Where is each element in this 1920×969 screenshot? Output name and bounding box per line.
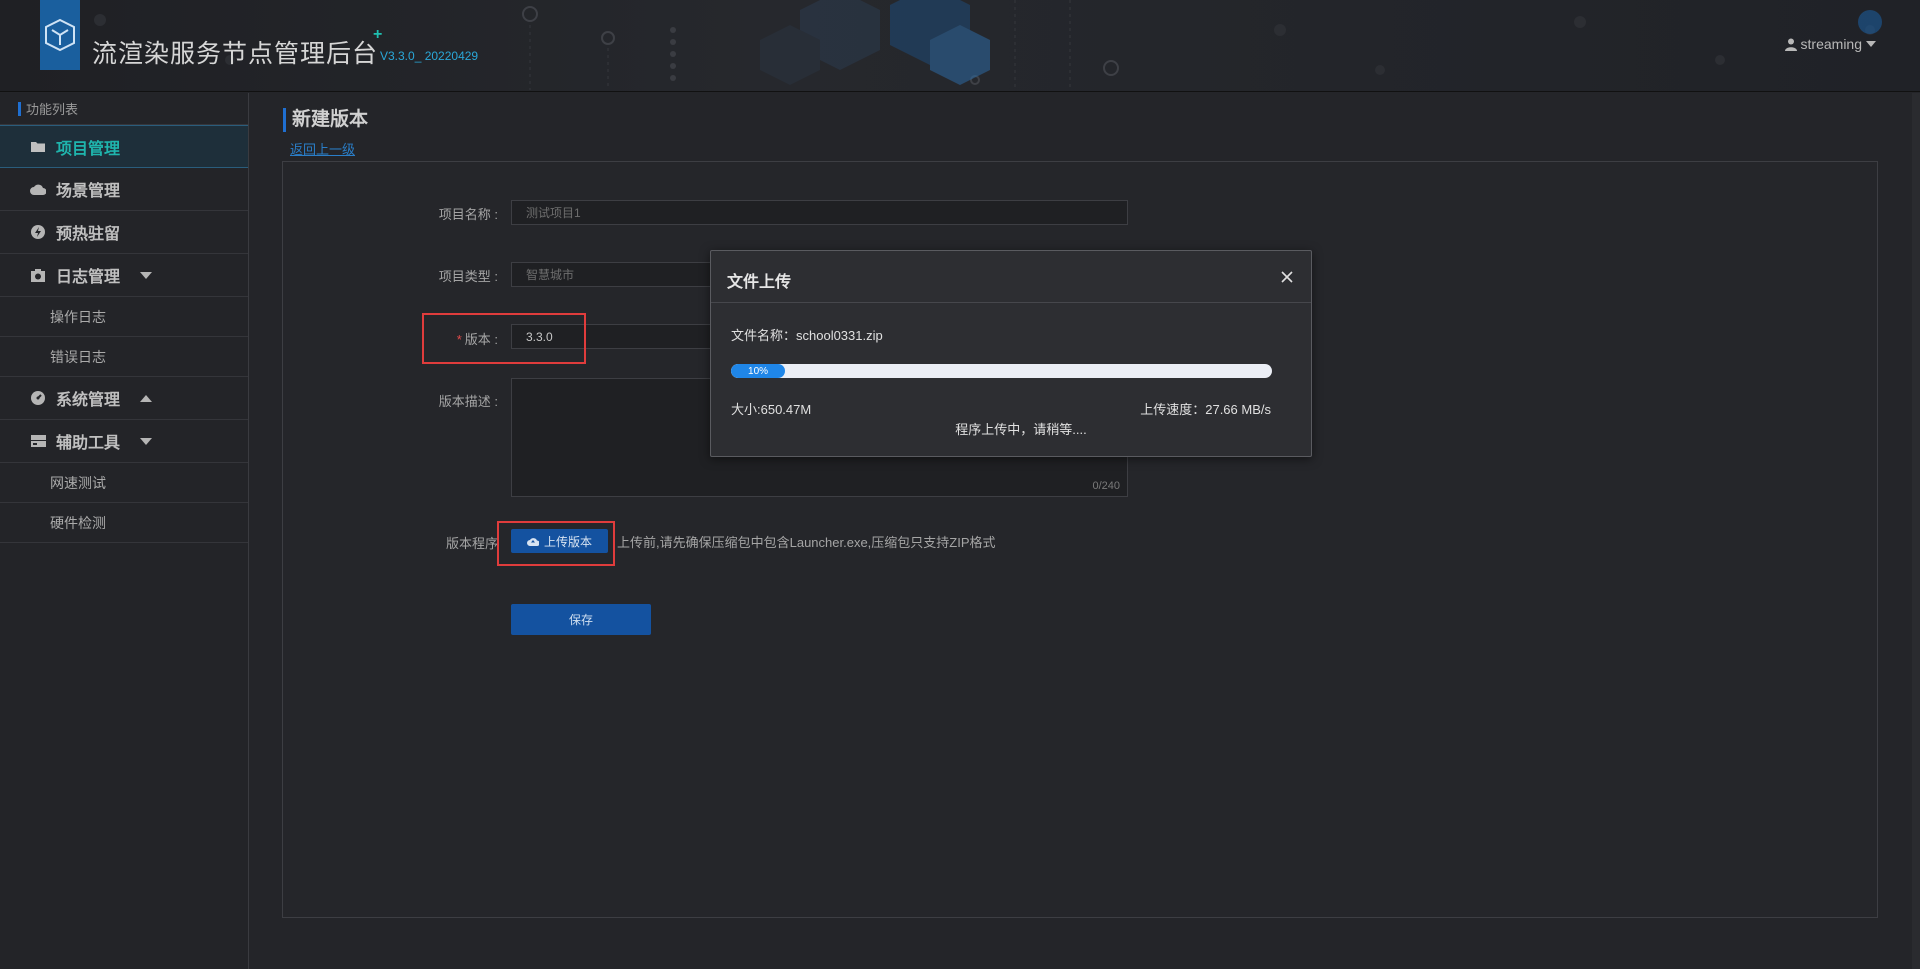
sidebar: 功能列表 项目管理 场景管理 预热驻留 日志管理 操作日志 错误日志 系统管理 [0, 93, 249, 969]
sidebar-item-system[interactable]: 系统管理 [0, 377, 248, 420]
project-name-input[interactable]: 测试项目1 [511, 200, 1128, 225]
upload-speed: 上传速度：27.66 MB/s [1140, 402, 1271, 417]
upload-dialog: 文件上传 文件名称：school0331.zip 10% 大小:650.47M … [710, 250, 1312, 457]
sidebar-item-label: 日志管理 [56, 269, 121, 286]
sidebar-item-label: 场景管理 [56, 183, 121, 200]
sidebar-item-label: 辅助工具 [56, 435, 121, 452]
app-version: V3.3.0_ 20220429 [380, 49, 479, 63]
bolt-icon [30, 224, 46, 240]
sidebar-item-tools[interactable]: 辅助工具 [0, 420, 248, 463]
upload-progress-text: 10% [748, 365, 769, 377]
user-icon [1784, 38, 1797, 51]
upload-status: 程序上传中，请稍等.... [955, 422, 1087, 437]
project-type-label: 项目类型 : [438, 269, 498, 284]
save-button[interactable]: 保存 [511, 604, 651, 635]
sidebar-subitem-speed-test[interactable]: 网速测试 [0, 463, 248, 503]
close-icon [1281, 271, 1293, 283]
caret-up-icon [140, 394, 153, 402]
sidebar-heading: 功能列表 [0, 93, 248, 125]
dashboard-icon [30, 390, 46, 406]
logo-icon [45, 18, 75, 52]
description-char-count: 0/240 [1092, 480, 1120, 492]
user-name: streaming [1800, 36, 1862, 52]
sidebar-item-logs[interactable]: 日志管理 [0, 254, 248, 297]
app-title: 流渲染服务节点管理后台 [92, 39, 379, 68]
sidebar-item-label: 预热驻留 [56, 226, 121, 243]
upload-hint: 上传前,请先确保压缩包中包含Launcher.exe,压缩包只支持ZIP格式 [617, 535, 996, 550]
chevron-down-icon [1866, 41, 1876, 47]
upload-file-name: 文件名称：school0331.zip [731, 328, 883, 343]
close-button[interactable] [1277, 267, 1297, 287]
caret-down-icon [140, 437, 153, 445]
cloud-icon [30, 181, 46, 197]
dialog-header: 文件上传 [711, 251, 1311, 303]
sidebar-item-preheat[interactable]: 预热驻留 [0, 211, 248, 254]
sidebar-subitem-hardware-check[interactable]: 硬件检测 [0, 503, 248, 543]
sidebar-item-project[interactable]: 项目管理 [0, 125, 248, 168]
sidebar-item-label: 系统管理 [56, 392, 121, 409]
folder-icon [30, 139, 46, 155]
title-sparkle-icon: + [373, 26, 383, 43]
description-label: 版本描述 : [438, 394, 498, 409]
sidebar-subitem-error-log[interactable]: 错误日志 [0, 337, 248, 377]
user-menu[interactable]: streaming [1784, 36, 1876, 52]
program-label: 版本程序 [445, 536, 498, 551]
project-name-label: 项目名称 : [438, 207, 498, 222]
camera-icon [30, 267, 46, 283]
upload-highlight-box [497, 521, 615, 566]
app-logo [40, 0, 80, 70]
page-scrollbar[interactable] [1912, 93, 1920, 969]
app-header: 流渲染服务节点管理后台 + V3.3.0_ 20220429 streaming [0, 0, 1920, 92]
upload-file-size: 大小:650.47M [731, 402, 812, 417]
caret-down-icon [140, 271, 153, 279]
upload-progress-fill: 10% [731, 364, 786, 378]
sidebar-item-label: 项目管理 [56, 140, 121, 158]
drive-icon [30, 433, 46, 449]
sidebar-item-scene[interactable]: 场景管理 [0, 168, 248, 211]
dialog-title: 文件上传 [727, 272, 792, 291]
back-link[interactable]: 返回上一级 [290, 139, 355, 158]
page-title: 新建版本 [283, 108, 368, 132]
upload-progress-bar: 10% [731, 364, 1272, 378]
sidebar-subitem-operation-log[interactable]: 操作日志 [0, 297, 248, 337]
version-highlight-box [422, 313, 586, 364]
